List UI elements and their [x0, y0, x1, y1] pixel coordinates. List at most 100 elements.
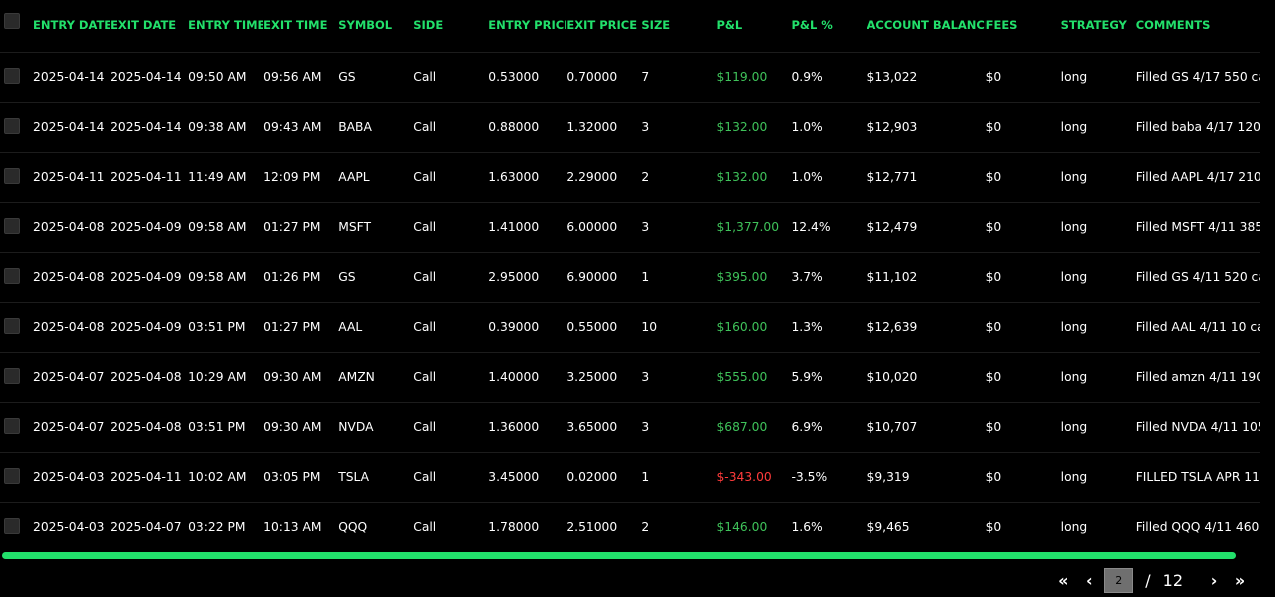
cell-entry-date: 2025-04-08	[33, 220, 105, 234]
column-header-exit-date[interactable]: EXIT DATE	[110, 0, 188, 52]
column-header-account-balance[interactable]: ACCOUNT BALANCE	[867, 0, 986, 52]
column-header-pnl[interactable]: P&L	[716, 0, 791, 52]
cell-side: Call	[413, 70, 437, 84]
table-row[interactable]: 2025-04-08 2025-04-09 09:58 AM 01:27 PM MSFT…	[0, 202, 1260, 252]
cell-side: Call	[413, 320, 437, 334]
scrollbar-thumb[interactable]	[2, 552, 1236, 559]
cell-entry-price: 1.41000	[488, 220, 540, 234]
cell-pnl: $119.00	[716, 70, 768, 84]
cell-fees: $0	[985, 220, 1002, 234]
cell-entry-date: 2025-04-11	[33, 170, 105, 184]
cell-pnl: $395.00	[716, 270, 768, 284]
cell-size: 2	[641, 520, 650, 535]
column-header-exit-time[interactable]: EXIT TIME	[263, 0, 338, 52]
cell-symbol: NVDA	[338, 420, 374, 434]
cell-strategy: long	[1060, 170, 1088, 184]
cell-entry-date: 2025-04-14	[33, 70, 105, 84]
cell-size: 3	[641, 120, 650, 134]
cell-pnl-percent: 5.9%	[791, 370, 823, 384]
row-checkbox[interactable]	[4, 167, 20, 184]
cell-entry-price: 1.36000	[488, 420, 540, 434]
cell-entry-time: 03:51 PM	[188, 320, 246, 334]
cell-strategy: long	[1060, 120, 1088, 134]
cell-exit-date: 2025-04-09	[110, 320, 182, 334]
cell-exit-date: 2025-04-09	[110, 270, 182, 284]
row-checkbox[interactable]	[4, 467, 20, 484]
first-page-icon[interactable]: «	[1050, 568, 1076, 593]
cell-account-balance: $10,020	[866, 370, 918, 384]
cell-pnl: $687.00	[716, 420, 768, 434]
column-header-entry-price[interactable]: ENTRY PRICE	[488, 0, 566, 52]
cell-entry-time: 09:50 AM	[188, 70, 247, 84]
cell-comments: Filled AAL 4/11 10 calls	[1135, 320, 1260, 334]
cell-symbol: BABA	[338, 120, 372, 134]
table-row[interactable]: 2025-04-07 2025-04-08 03:51 PM 09:30 AM NVDA…	[0, 402, 1260, 452]
cell-exit-time: 01:27 PM	[263, 320, 321, 334]
cell-exit-time: 01:27 PM	[263, 220, 321, 234]
select-all-checkbox[interactable]	[4, 12, 20, 29]
cell-entry-time: 09:58 AM	[188, 270, 247, 284]
cell-fees: $0	[985, 320, 1002, 334]
cell-pnl-percent: 6.9%	[791, 420, 823, 434]
row-checkbox[interactable]	[4, 367, 20, 384]
cell-fees: $0	[985, 70, 1002, 84]
row-checkbox[interactable]	[4, 217, 20, 234]
cell-entry-date: 2025-04-07	[33, 420, 105, 434]
row-select-cell	[0, 52, 33, 102]
current-page-input[interactable]: 2	[1104, 568, 1134, 593]
cell-exit-time: 03:05 PM	[263, 470, 321, 484]
prev-page-icon[interactable]: ‹	[1076, 568, 1102, 593]
cell-symbol: TSLA	[338, 470, 370, 484]
cell-strategy: long	[1060, 520, 1088, 535]
cell-account-balance: $9,319	[866, 470, 910, 484]
cell-pnl: $-343.00	[716, 470, 772, 484]
column-header-size[interactable]: SIZE	[641, 0, 716, 52]
column-header-pnl-percent[interactable]: P&L %	[791, 0, 866, 52]
cell-symbol: AMZN	[338, 370, 375, 384]
cell-entry-date: 2025-04-14	[33, 120, 105, 134]
table-row[interactable]: 2025-04-03 2025-04-11 10:02 AM 03:05 PM TSLA…	[0, 452, 1260, 502]
next-page-icon[interactable]: ›	[1201, 568, 1227, 593]
row-checkbox[interactable]	[4, 517, 20, 534]
cell-exit-price: 0.70000	[566, 70, 618, 84]
table-row[interactable]: 2025-04-03 2025-04-07 03:22 PM 10:13 AM QQQ C…	[0, 502, 1260, 552]
row-select-cell	[0, 302, 33, 352]
cell-pnl-percent: 0.9%	[791, 70, 823, 84]
horizontal-scrollbar[interactable]	[0, 552, 1260, 559]
cell-account-balance: $12,639	[866, 320, 918, 334]
last-page-icon[interactable]: »	[1227, 568, 1253, 593]
select-all-cell	[0, 0, 33, 52]
row-checkbox[interactable]	[4, 67, 20, 84]
cell-exit-time: 10:13 AM	[263, 520, 322, 535]
table-header-row: ENTRY DATE EXIT DATE ENTRY TIME EXIT TIM…	[0, 0, 1260, 52]
row-checkbox[interactable]	[4, 267, 20, 284]
table-row[interactable]: 2025-04-14 2025-04-14 09:38 AM 09:43 AM BABA…	[0, 102, 1260, 152]
table-row[interactable]: 2025-04-08 2025-04-09 09:58 AM 01:26 PM GS Ca…	[0, 252, 1260, 302]
row-checkbox[interactable]	[4, 417, 20, 434]
row-checkbox[interactable]	[4, 117, 20, 134]
column-header-fees[interactable]: FEES	[986, 0, 1061, 52]
cell-comments: Filled MSFT 4/11 385 ca	[1135, 220, 1260, 234]
cell-exit-price: 6.90000	[566, 270, 618, 284]
column-header-entry-time[interactable]: ENTRY TIME	[188, 0, 263, 52]
cell-exit-time: 09:43 AM	[263, 120, 322, 134]
column-header-entry-date[interactable]: ENTRY DATE	[33, 0, 110, 52]
cell-entry-time: 10:29 AM	[188, 370, 247, 384]
cell-fees: $0	[985, 420, 1002, 434]
row-select-cell	[0, 202, 33, 252]
column-header-side[interactable]: SIDE	[413, 0, 488, 52]
cell-entry-date: 2025-04-08	[33, 320, 105, 334]
column-header-symbol[interactable]: SYMBOL	[338, 0, 413, 52]
table-row[interactable]: 2025-04-07 2025-04-08 10:29 AM 09:30 AM AMZN…	[0, 352, 1260, 402]
column-header-strategy[interactable]: STRATEGY	[1061, 0, 1136, 52]
column-header-exit-price[interactable]: EXIT PRICE	[566, 0, 641, 52]
cell-strategy: long	[1060, 420, 1088, 434]
row-checkbox[interactable]	[4, 317, 20, 334]
cell-entry-price: 1.40000	[488, 370, 540, 384]
table-row[interactable]: 2025-04-08 2025-04-09 03:51 PM 01:27 PM AAL C…	[0, 302, 1260, 352]
table-row[interactable]: 2025-04-14 2025-04-14 09:50 AM 09:56 AM GS Ca…	[0, 52, 1260, 102]
cell-pnl-percent: 1.0%	[791, 170, 823, 184]
cell-pnl: $555.00	[716, 370, 768, 384]
column-header-comments[interactable]: COMMENTS	[1136, 0, 1260, 52]
table-row[interactable]: 2025-04-11 2025-04-11 11:49 AM 12:09 PM AAPL…	[0, 152, 1260, 202]
